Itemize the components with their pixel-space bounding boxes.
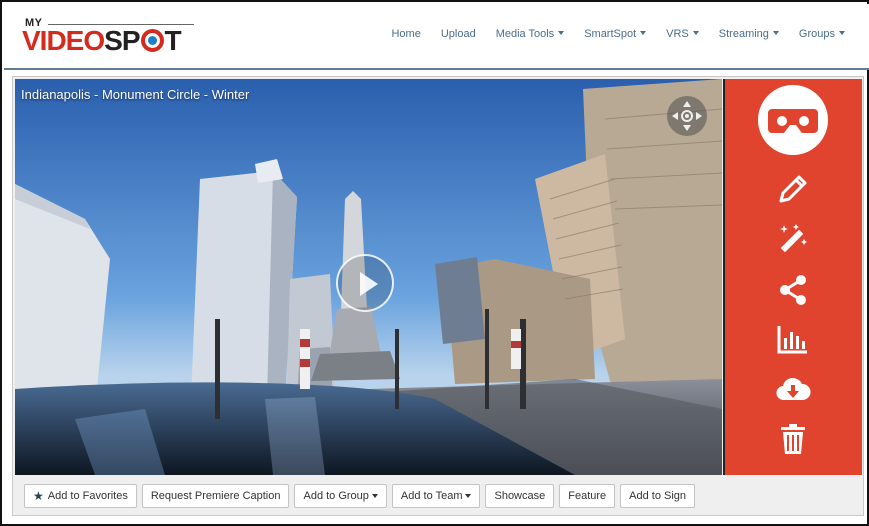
main-nav: Home Upload Media Tools SmartSpot VRS St… xyxy=(381,28,855,40)
download-button[interactable] xyxy=(775,372,811,408)
action-sidebar xyxy=(723,79,862,475)
caret-down-icon xyxy=(558,31,565,35)
pan-arrows-icon xyxy=(672,101,702,131)
app-window: MY VIDEOSP T Home Upload Media Tools Smar… xyxy=(0,0,869,526)
nav-vrs-label: VRS xyxy=(666,28,689,40)
nav-groups[interactable]: Groups xyxy=(789,28,855,40)
caret-down-icon xyxy=(465,494,472,498)
video-action-bar: ★ Add to Favorites Request Premiere Capti… xyxy=(15,478,861,514)
star-icon: ★ xyxy=(33,489,44,503)
trash-icon xyxy=(781,424,805,454)
play-button[interactable] xyxy=(336,254,394,312)
bar-chart-icon xyxy=(777,326,807,354)
logo-o-icon xyxy=(140,29,164,52)
request-premiere-caption-button[interactable]: Request Premiere Caption xyxy=(141,484,290,508)
video-title-overlay: Indianapolis - Monument Circle - Winter xyxy=(21,87,250,102)
video-panel: Indianapolis - Monument Circle - Winter xyxy=(12,76,864,516)
enhance-button[interactable] xyxy=(775,221,811,257)
pencil-icon xyxy=(779,175,807,203)
nav-upload-label: Upload xyxy=(440,28,476,40)
brand-logo[interactable]: MY VIDEOSP T xyxy=(22,17,197,57)
add-to-team-label: Add to Team xyxy=(400,490,463,502)
top-navbar: MY VIDEOSP T Home Upload Media Tools Smar… xyxy=(4,4,869,70)
caret-down-icon xyxy=(692,31,699,35)
nav-media-tools-label: Media Tools xyxy=(495,28,555,40)
share-button[interactable] xyxy=(775,272,811,308)
cloud-download-icon xyxy=(776,377,811,401)
add-to-group-button[interactable]: Add to Group xyxy=(294,484,387,508)
add-to-sign-label: Add to Sign xyxy=(629,490,687,502)
nav-streaming[interactable]: Streaming xyxy=(709,28,789,40)
caret-down-icon xyxy=(371,494,378,498)
vr-mode-button[interactable] xyxy=(758,85,828,155)
request-premiere-caption-label: Request Premiere Caption xyxy=(150,490,281,502)
360-navigation-control[interactable] xyxy=(667,96,707,136)
delete-button[interactable] xyxy=(775,421,811,457)
feature-label: Feature xyxy=(568,490,607,502)
caret-down-icon xyxy=(772,31,779,35)
logo-word-video: VIDEO xyxy=(22,25,105,56)
add-to-sign-button[interactable]: Add to Sign xyxy=(620,484,696,508)
logo-word-sp: SP xyxy=(104,25,140,56)
magic-wand-icon xyxy=(780,224,807,252)
add-to-team-button[interactable]: Add to Team xyxy=(391,484,481,508)
nav-media-tools[interactable]: Media Tools xyxy=(486,28,575,40)
edit-button[interactable] xyxy=(775,171,811,207)
nav-smartspot-label: SmartSpot xyxy=(584,28,637,40)
nav-upload[interactable]: Upload xyxy=(431,28,486,40)
share-icon xyxy=(780,275,806,305)
caret-down-icon xyxy=(839,31,845,35)
logo-wordmark: VIDEOSP T xyxy=(22,25,182,56)
analytics-button[interactable] xyxy=(775,322,811,358)
add-to-group-label: Add to Group xyxy=(303,490,369,502)
caret-down-icon xyxy=(640,31,647,35)
nav-home-label: Home xyxy=(391,28,421,40)
feature-button[interactable]: Feature xyxy=(559,484,616,508)
nav-groups-label: Groups xyxy=(798,28,835,40)
nav-smartspot[interactable]: SmartSpot xyxy=(574,28,656,40)
add-to-favorites-button[interactable]: ★ Add to Favorites xyxy=(24,484,137,508)
vr-headset-icon xyxy=(768,109,818,133)
video-player-360[interactable]: Indianapolis - Monument Circle - Winter xyxy=(15,79,722,475)
nav-home[interactable]: Home xyxy=(381,28,430,40)
nav-streaming-label: Streaming xyxy=(718,28,769,40)
logo-word-t: T xyxy=(164,25,182,56)
add-to-favorites-label: Add to Favorites xyxy=(47,490,128,502)
showcase-label: Showcase xyxy=(494,490,546,502)
nav-vrs[interactable]: VRS xyxy=(656,28,709,40)
showcase-button[interactable]: Showcase xyxy=(485,484,555,508)
